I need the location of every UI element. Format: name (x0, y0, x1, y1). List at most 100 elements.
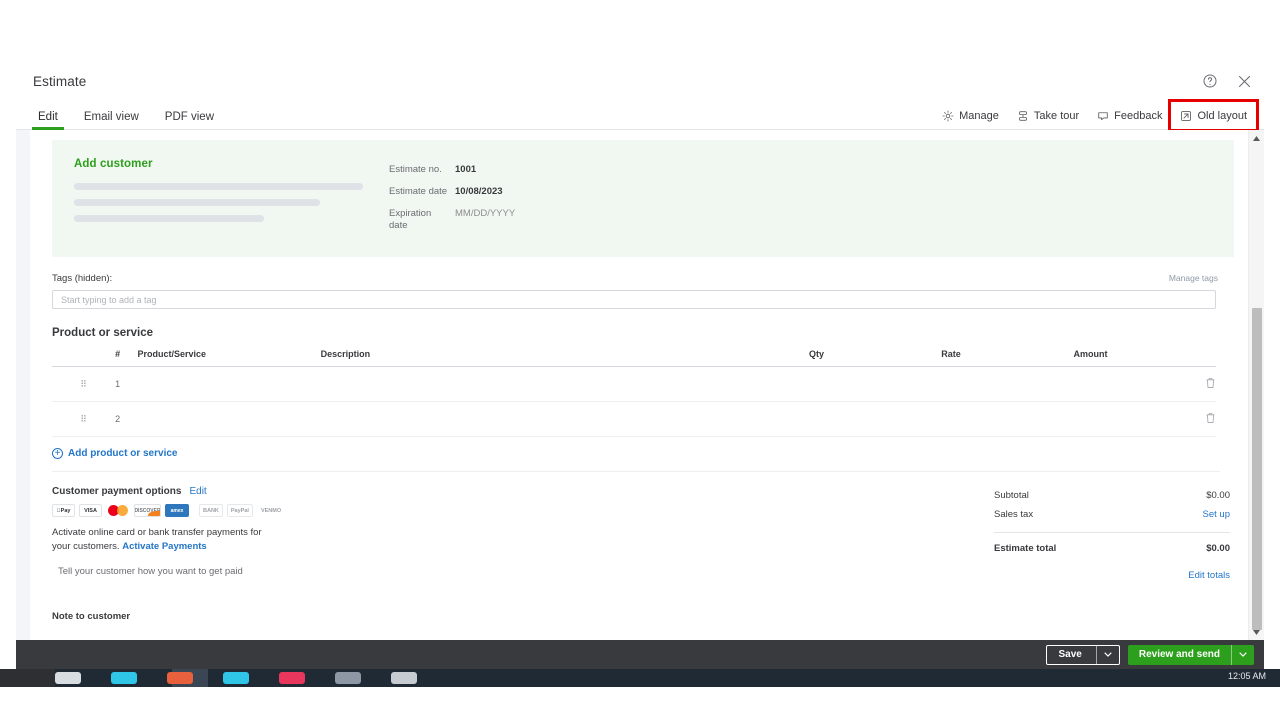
payment-note-placeholder[interactable]: Tell your customer how you want to get p… (58, 566, 692, 577)
row-amount-field[interactable] (1073, 401, 1176, 437)
row-amount-field[interactable] (1073, 366, 1176, 402)
estimate-total-label: Estimate total (994, 543, 1057, 554)
row-qty-field[interactable] (808, 366, 942, 402)
taskbar-icon[interactable] (391, 672, 417, 684)
manage-button[interactable]: Manage (933, 106, 1008, 126)
os-taskbar: 12:05 AM (0, 669, 1280, 687)
edit-totals-link[interactable]: Edit totals (994, 570, 1230, 581)
bank-label: BANK (203, 507, 219, 514)
table-header-row: # Product/Service Description Qty Rate A… (52, 349, 1216, 367)
feedback-label: Feedback (1114, 110, 1163, 122)
tag-input[interactable]: Start typing to add a tag (52, 290, 1216, 309)
plus-circle-icon: + (52, 448, 63, 459)
tab-pdf-view-label: PDF view (164, 110, 214, 123)
help-circle-icon[interactable] (1200, 71, 1220, 91)
paypal-label: PayPal (230, 507, 249, 514)
form-content: Add customer Estimate no. 1001 Estimate … (30, 130, 1248, 640)
modal-toolbar: Manage Take tour Feedback Old layout (933, 99, 1259, 132)
activate-payments-link[interactable]: Activate Payments (122, 541, 206, 552)
row-rate-field[interactable] (941, 366, 1074, 402)
sales-tax-setup-link[interactable]: Set up (1203, 509, 1230, 520)
form-inner: Add customer Estimate no. 1001 Estimate … (30, 140, 1248, 622)
col-amount: Amount (1073, 349, 1176, 367)
page-title: Estimate (33, 73, 87, 89)
divider (52, 471, 1220, 472)
old-layout-button[interactable]: Old layout (1168, 99, 1259, 132)
taskbar-clock: 12:05 AM (1227, 671, 1266, 681)
add-product-label: Add product or service (68, 448, 178, 459)
screen: Estimate Edit Email view PDF view Manage… (0, 0, 1280, 720)
add-customer-link[interactable]: Add customer (74, 158, 1214, 170)
manage-tags-link[interactable]: Manage tags (1169, 273, 1218, 283)
row-description-field[interactable] (320, 366, 809, 402)
vertical-scrollbar[interactable] (1248, 130, 1264, 640)
estimate-no-label: Estimate no. (389, 164, 442, 175)
estimate-date-label: Estimate date (389, 185, 448, 197)
visa-label: VISA (84, 507, 97, 514)
taskbar-icon[interactable] (335, 672, 361, 684)
sales-tax-row: Sales tax Set up (994, 505, 1230, 524)
tab-edit[interactable]: Edit (32, 110, 64, 130)
review-and-send-button[interactable]: Review and send (1127, 644, 1254, 665)
tab-email-view-label: Email view (83, 110, 139, 123)
tab-email-view[interactable]: Email view (83, 110, 139, 130)
review-and-send-chevron-down-icon[interactable] (1231, 644, 1254, 665)
product-section-title: Product or service (52, 327, 153, 339)
payment-and-totals: Customer payment options Edit Pay VISA … (52, 486, 1234, 581)
taskbar-icon[interactable] (111, 672, 137, 684)
expiration-date-value[interactable]: MM/DD/YYYY (455, 208, 515, 232)
estimate-no-value[interactable]: 1001 (455, 164, 515, 176)
taskbar-icon[interactable] (279, 672, 305, 684)
row-delete-cell (1175, 366, 1216, 402)
scrollbar-thumb[interactable] (1252, 308, 1262, 630)
row-description-field[interactable] (320, 401, 809, 437)
close-icon[interactable] (1234, 71, 1254, 91)
product-section: Product or service # Product/Service Des… (52, 327, 1234, 459)
drag-handle[interactable]: ⠿ (52, 366, 116, 402)
row-product-field[interactable] (137, 366, 321, 402)
payment-options-title: Customer payment options (52, 486, 182, 497)
tour-icon (1017, 110, 1029, 122)
trash-icon[interactable] (1205, 377, 1216, 391)
col-product-service: Product/Service (137, 349, 321, 367)
taskbar-icons (55, 669, 417, 687)
row-qty-field[interactable] (808, 401, 942, 437)
taskbar-icon[interactable] (223, 672, 249, 684)
estimate-date-value[interactable]: 10/08/2023 (455, 186, 515, 198)
apple-pay-label: Pay (58, 507, 71, 514)
taskbar-icon[interactable] (55, 672, 81, 684)
tab-pdf-view[interactable]: PDF view (164, 110, 214, 130)
subtotal-label: Subtotal (994, 490, 1029, 501)
line-items-table: # Product/Service Description Qty Rate A… (52, 349, 1216, 437)
gear-icon (942, 110, 954, 122)
trash-icon[interactable] (1205, 412, 1216, 426)
scroll-down-arrow-icon[interactable] (1249, 624, 1264, 640)
row-number: 2 (115, 401, 138, 437)
taskbar-icon[interactable] (167, 672, 193, 684)
save-chevron-down-icon[interactable] (1095, 645, 1119, 664)
tab-edit-label: Edit (38, 110, 58, 123)
skeleton-line (74, 199, 320, 206)
estimate-total-row: Estimate total $0.00 (994, 539, 1230, 558)
save-label: Save (1058, 649, 1082, 660)
totals-divider (994, 532, 1230, 533)
tags-section: Tags (hidden): Manage tags Start typing … (52, 273, 1234, 309)
add-product-or-service-button[interactable]: + Add product or service (52, 448, 1234, 459)
feedback-button[interactable]: Feedback (1088, 106, 1171, 126)
save-button[interactable]: Save (1045, 644, 1120, 665)
paypal-icon: PayPal (226, 504, 253, 517)
customer-placeholder-lines (74, 183, 1214, 222)
row-rate-field[interactable] (941, 401, 1074, 437)
tags-label: Tags (hidden): (52, 273, 113, 284)
col-description: Description (320, 349, 809, 367)
payment-edit-link[interactable]: Edit (189, 486, 206, 497)
visa-icon: VISA (79, 504, 102, 517)
take-tour-button[interactable]: Take tour (1008, 106, 1088, 126)
amex-icon: amex (165, 504, 189, 517)
drag-handle[interactable]: ⠿ (52, 401, 116, 437)
scroll-up-arrow-icon[interactable] (1249, 130, 1264, 146)
discover-label: DISCOVER (134, 507, 161, 514)
venmo-icon: VENMO (256, 504, 286, 517)
take-tour-label: Take tour (1033, 110, 1080, 122)
row-product-field[interactable] (137, 401, 321, 437)
